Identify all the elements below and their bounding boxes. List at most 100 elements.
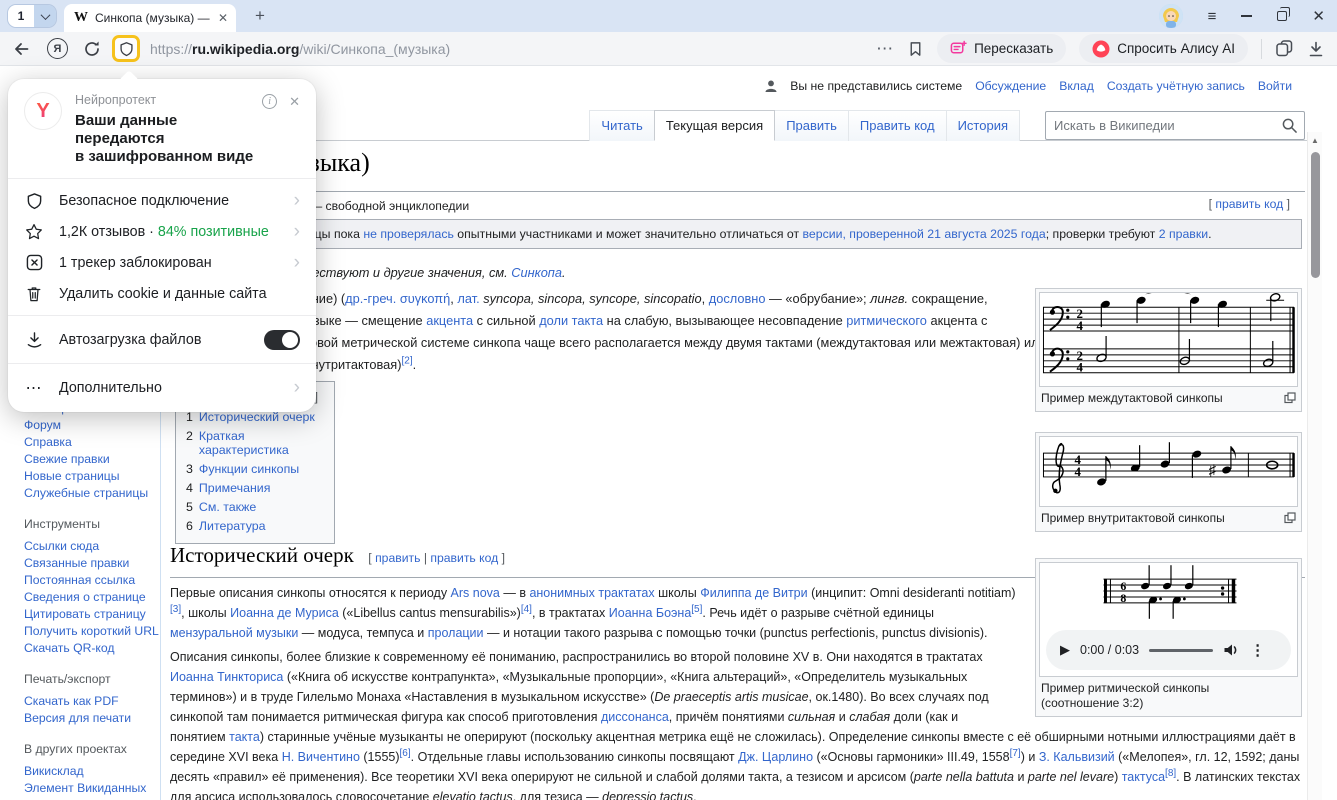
score-image-3[interactable]: 68 ▶ 0:00 / 0:03 ⋮ xyxy=(1039,562,1298,677)
address-bar[interactable]: https://ru.wikipedia.org/wiki/Синкопа_(м… xyxy=(150,41,876,57)
toc-link[interactable]: См. также xyxy=(199,500,256,514)
view-tab[interactable]: Править xyxy=(774,110,849,141)
scroll-up-icon[interactable]: ▲ xyxy=(1311,136,1319,145)
sidebar-link[interactable]: Викисклад xyxy=(24,763,160,780)
sidebar-link[interactable]: Справка xyxy=(24,434,160,451)
toc-item[interactable]: 6 Литература xyxy=(186,519,324,533)
sidebar-link[interactable]: Связанные правки xyxy=(24,555,160,572)
toc-number: 5 xyxy=(186,500,193,514)
more-options-row[interactable]: ⋯ Дополнительно › xyxy=(24,372,300,403)
kebab-menu-icon[interactable]: ⋮ xyxy=(1250,641,1265,659)
audio-progress-bar[interactable] xyxy=(1149,649,1213,652)
score-image-2[interactable]: 44 ♯ xyxy=(1039,436,1298,507)
sidebar-link[interactable]: Скачать как PDF xyxy=(24,693,160,710)
popup-headline: Ваши данные передаются в зашифрованном в… xyxy=(75,112,262,166)
audio-player[interactable]: ▶ 0:00 / 0:03 ⋮ xyxy=(1046,630,1291,670)
autodownload-row[interactable]: Автозагрузка файлов xyxy=(24,324,300,355)
figure-intrameasure-syncope[interactable]: 44 ♯ Пример внутритактовой синкопы xyxy=(1035,432,1302,532)
trash-icon xyxy=(26,285,42,303)
edit-code-label[interactable]: править код xyxy=(1215,197,1283,211)
sidebar-link[interactable]: Служебные страницы xyxy=(24,485,160,502)
back-button[interactable] xyxy=(12,40,31,58)
profile-avatar[interactable] xyxy=(1159,4,1183,28)
edit-link[interactable]: править xyxy=(375,551,420,565)
sidebar-link[interactable]: Постоянная ссылка xyxy=(24,572,160,589)
reviews-row[interactable]: 1,2К отзывов · 84% позитивные › xyxy=(24,216,300,247)
toc-item[interactable]: 4 Примечания xyxy=(186,481,324,495)
view-tab[interactable]: История xyxy=(946,110,1020,141)
figure-intermeasure-syncope[interactable]: 2424 П xyxy=(1035,288,1302,412)
ask-alice-button[interactable]: Спросить Алису AI xyxy=(1079,34,1248,63)
scrollbar-thumb[interactable] xyxy=(1311,152,1320,278)
tab-list-dropdown[interactable] xyxy=(34,5,56,27)
personal-link[interactable]: Вклад xyxy=(1059,79,1094,93)
url-domain: ru.wikipedia.org xyxy=(192,41,299,57)
browser-tab-active[interactable]: W Синкопа (музыка) — Ви ✕ xyxy=(64,4,236,32)
toc-item[interactable]: 5 См. также xyxy=(186,500,324,514)
search-input[interactable] xyxy=(1045,111,1305,140)
toc-item[interactable]: 3Функции синкопы xyxy=(186,462,324,476)
view-tab[interactable]: Читать xyxy=(589,110,654,141)
toc-number: 4 xyxy=(186,481,193,495)
protect-shield-button[interactable] xyxy=(112,35,140,62)
toc-item[interactable]: 2Краткая характеристика xyxy=(186,429,324,457)
play-icon[interactable]: ▶ xyxy=(1060,642,1070,658)
sidebar-link[interactable]: Сведения о странице xyxy=(24,589,160,606)
personal-link[interactable]: Обсуждение xyxy=(975,79,1046,93)
close-window-icon[interactable]: ✕ xyxy=(1312,9,1325,24)
wiki-search-box[interactable] xyxy=(1045,111,1305,140)
svg-text:4: 4 xyxy=(1074,465,1081,479)
popup-close-icon[interactable]: ✕ xyxy=(289,94,300,166)
score-image-1[interactable]: 2424 xyxy=(1039,292,1298,387)
sidebar-link[interactable]: Элемент Викиданных xyxy=(24,780,160,797)
toc-item[interactable]: 1Исторический очерк xyxy=(186,410,324,424)
sidebar-link[interactable]: Скачать QR-код xyxy=(24,640,160,657)
reload-button[interactable] xyxy=(83,40,101,58)
downloads-icon[interactable] xyxy=(1307,40,1325,58)
toc-link[interactable]: Функции синкопы xyxy=(199,462,299,476)
side-panel-icon[interactable] xyxy=(1275,39,1294,58)
toc-link[interactable]: Исторический очерк xyxy=(199,410,315,424)
retell-button[interactable]: Пересказать xyxy=(937,34,1066,63)
sidebar-link[interactable]: Свежие правки xyxy=(24,451,160,468)
toc-link[interactable]: Краткая характеристика xyxy=(199,429,324,457)
info-icon[interactable]: i xyxy=(262,94,277,109)
sidebar-link[interactable]: Новые страницы xyxy=(24,468,160,485)
toc-number: 6 xyxy=(186,519,193,533)
secure-connection-row[interactable]: Безопасное подключение › xyxy=(24,185,300,216)
figure-caption: Пример внутритактовой синкопы xyxy=(1039,507,1298,528)
new-tab-button[interactable]: + xyxy=(248,4,272,28)
tracker-blocked-row[interactable]: 1 трекер заблокирован › xyxy=(24,247,300,278)
tab-count-value[interactable]: 1 xyxy=(8,5,34,27)
toc-link[interactable]: Примечания xyxy=(199,481,271,495)
figure-rhythmic-syncope-audio[interactable]: 68 ▶ 0:00 / 0:03 ⋮ xyxy=(1035,558,1302,717)
yandex-home-button[interactable]: Я xyxy=(47,38,68,59)
personal-link[interactable]: Создать учётную запись xyxy=(1107,79,1245,93)
autodownload-toggle[interactable] xyxy=(264,330,300,350)
enlarge-icon[interactable] xyxy=(1284,512,1296,524)
personal-link[interactable]: Войти xyxy=(1258,79,1292,93)
browser-menu-icon[interactable]: ≡ xyxy=(1208,9,1217,24)
delete-cookies-row[interactable]: Удалить cookie и данные сайта xyxy=(24,278,300,309)
volume-icon[interactable] xyxy=(1223,642,1240,658)
sidebar-link[interactable]: Ссылки сюда xyxy=(24,538,160,555)
tab-counter[interactable]: 1 xyxy=(8,5,56,27)
minimize-icon[interactable] xyxy=(1241,15,1252,17)
chevron-right-icon: › xyxy=(294,378,300,397)
sidebar-link[interactable]: Получить короткий URL xyxy=(24,623,160,640)
address-more-icon[interactable]: ⋯ xyxy=(876,39,894,59)
tab-close-icon[interactable]: ✕ xyxy=(218,11,228,25)
page-scrollbar[interactable]: ▲ ▼ xyxy=(1307,132,1322,800)
view-tab[interactable]: Править код xyxy=(848,110,947,141)
toc-link[interactable]: Литература xyxy=(199,519,266,533)
edit-code-link[interactable]: править код xyxy=(430,551,498,565)
bookmark-icon[interactable] xyxy=(907,40,924,58)
chevron-right-icon: › xyxy=(294,253,300,272)
sidebar-link[interactable]: Форум xyxy=(24,417,160,434)
search-icon[interactable] xyxy=(1282,118,1297,133)
view-tab[interactable]: Текущая версия xyxy=(654,110,775,141)
restore-window-icon[interactable] xyxy=(1277,11,1287,21)
sidebar-link[interactable]: Цитировать страницу xyxy=(24,606,160,623)
enlarge-icon[interactable] xyxy=(1284,392,1296,404)
sidebar-link[interactable]: Версия для печати xyxy=(24,710,160,727)
